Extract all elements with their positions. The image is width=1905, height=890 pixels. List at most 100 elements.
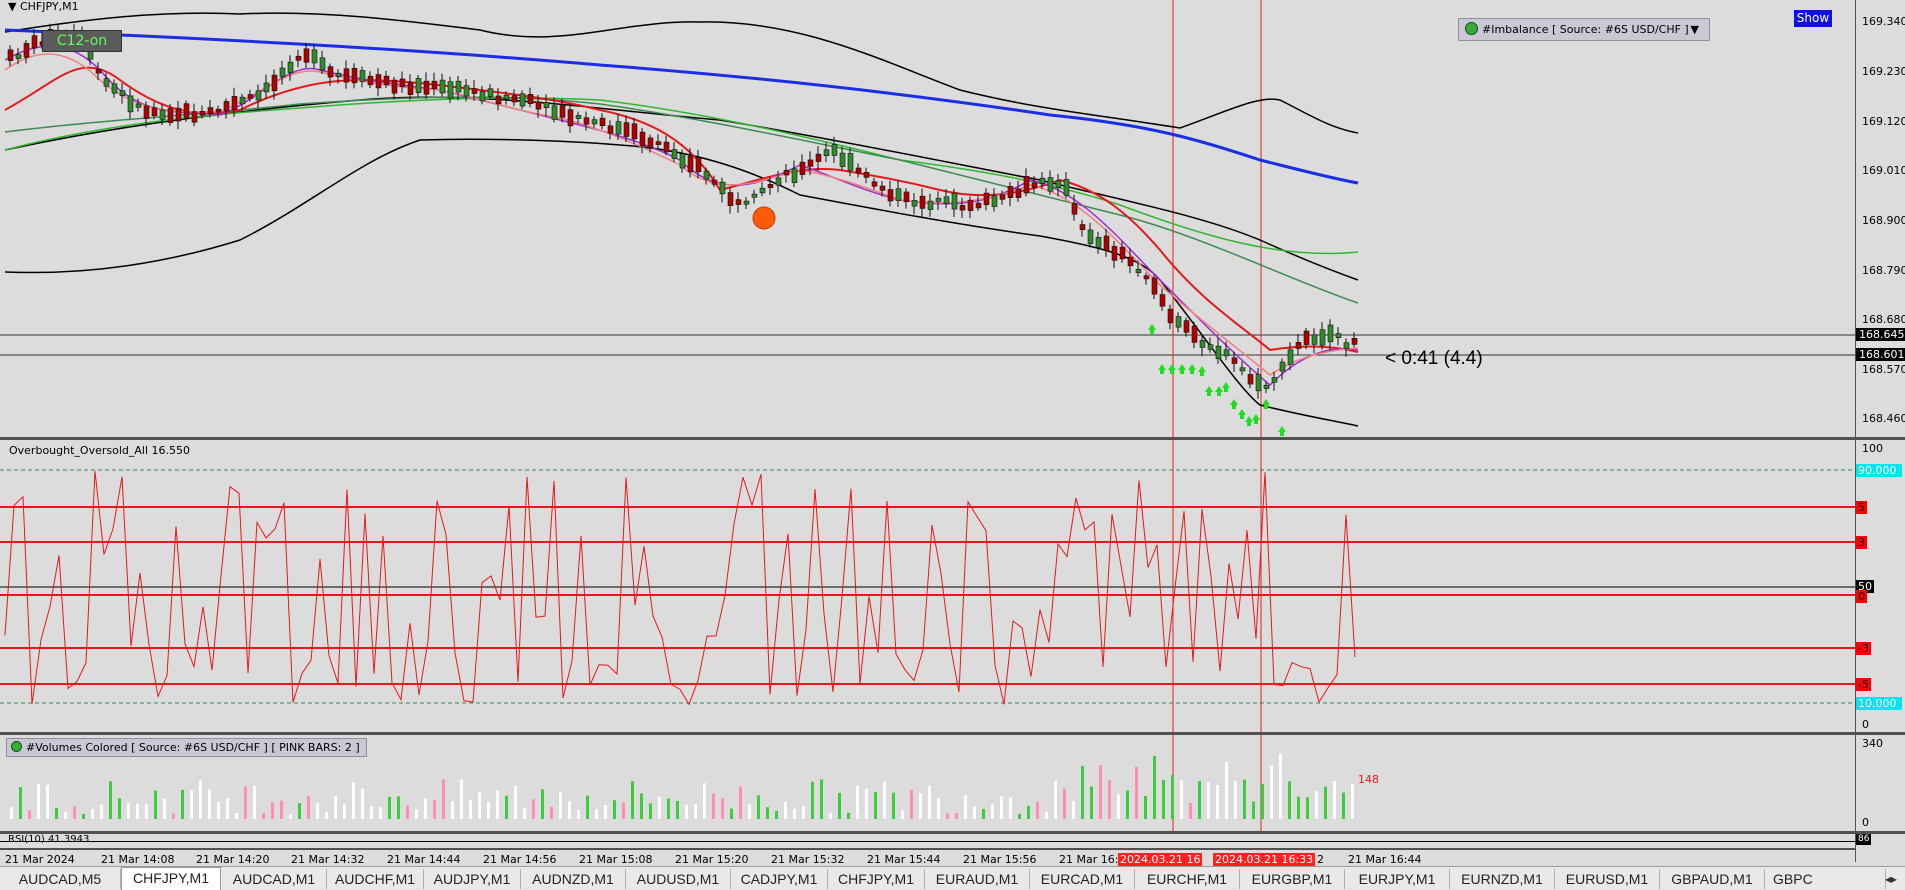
candle — [215, 108, 222, 113]
candle — [599, 117, 606, 127]
tab-cadjpy-m1[interactable]: CADJPY,M1 — [731, 869, 828, 889]
volume-indicator-box[interactable]: #Volumes Colored [ Source: #6S USD/CHF ]… — [6, 738, 367, 757]
volume-bar — [1261, 784, 1264, 819]
volume-settings-icon[interactable] — [11, 741, 22, 752]
buy-arrows — [1148, 324, 1286, 436]
price-axis[interactable] — [1855, 0, 1905, 862]
indicator-settings-icon[interactable] — [1465, 22, 1478, 35]
candle — [343, 68, 350, 83]
price-chart-panel[interactable]: ▼ CHFJPY,M1 C12-on #Imbalance [ Source: … — [0, 0, 1855, 437]
candle — [239, 96, 246, 105]
candle — [647, 137, 654, 148]
buy-arrow-icon — [1215, 386, 1223, 396]
candle — [335, 72, 342, 78]
tab-euraud-m1[interactable]: EURAUD,M1 — [925, 869, 1030, 889]
volume-bar — [874, 791, 877, 819]
tab-eurcad-m1[interactable]: EURCAD,M1 — [1030, 869, 1135, 889]
volume-bar — [811, 781, 814, 819]
c12-badge[interactable]: C12-on — [42, 30, 122, 52]
osc-tag-10: 10.000 — [1856, 697, 1902, 710]
candle — [991, 195, 998, 207]
imbalance-label: #Imbalance [ Source: #6S USD/CHF ] — [1482, 23, 1689, 36]
volume-bar — [658, 796, 661, 819]
price-tick: 169.340 — [1862, 15, 1905, 28]
volume-bar — [514, 785, 517, 819]
candle — [807, 159, 814, 167]
tab-scroll-arrows-icon[interactable]: ◂▸ — [1880, 870, 1902, 888]
candle — [1015, 188, 1022, 198]
tab-gbpaud-m1[interactable]: GBPAUD,M1 — [1660, 869, 1765, 889]
candle — [463, 85, 470, 97]
candle — [687, 155, 694, 173]
time-tick: 2 — [1317, 853, 1324, 866]
volume-bar — [1072, 801, 1075, 819]
candle — [975, 202, 982, 209]
candle — [1079, 224, 1086, 231]
tab-audchf-m1[interactable]: AUDCHF,M1 — [327, 869, 424, 889]
volume-bar — [991, 804, 994, 819]
volume-bar — [145, 803, 148, 819]
volume-bar — [460, 779, 463, 819]
collapse-triangle-icon[interactable]: ▼ — [8, 0, 20, 13]
volume-panel[interactable]: #Volumes Colored [ Source: #6S USD/CHF ]… — [0, 735, 1855, 831]
ma-green-2 — [4, 96, 1359, 304]
tab-gbpc-partial[interactable]: GBPC — [1765, 869, 1886, 889]
candle — [831, 144, 838, 156]
rsi-panel[interactable]: RSI(10) 41.3943 — [0, 834, 1855, 848]
candle — [1239, 367, 1246, 372]
tab-eurnzd-m1[interactable]: EURNZD,M1 — [1450, 869, 1555, 889]
oscillator-panel[interactable]: Overbought_Oversold_All 16.550 — [0, 440, 1855, 732]
imbalance-indicator-box[interactable]: #Imbalance [ Source: #6S USD/CHF ] ▼ — [1458, 18, 1710, 41]
candle — [1327, 324, 1334, 343]
volume-bar — [505, 795, 508, 819]
candle — [143, 105, 150, 119]
candle — [527, 94, 534, 105]
candle — [383, 75, 390, 86]
dropdown-arrow-icon[interactable]: ▼ — [1691, 19, 1699, 40]
candle — [935, 197, 942, 202]
tab-audcad-m1[interactable]: AUDCAD,M1 — [222, 869, 327, 889]
tab-audnzd-m1[interactable]: AUDNZD,M1 — [521, 869, 626, 889]
candle — [1063, 179, 1070, 196]
volume-bar — [172, 813, 175, 819]
tab-eurgbp-m1[interactable]: EURGBP,M1 — [1240, 869, 1345, 889]
volume-bar — [784, 802, 787, 819]
volume-bar — [964, 795, 967, 819]
osc-tag-m5: -5 — [1856, 678, 1871, 691]
volume-bar — [451, 801, 454, 819]
candle — [351, 67, 358, 84]
tab-eurjpy-m1[interactable]: EURJPY,M1 — [1345, 869, 1450, 889]
candle — [279, 67, 286, 78]
candle — [679, 153, 686, 169]
candle — [255, 90, 262, 101]
candle — [231, 96, 238, 111]
buy-arrow-icon — [1252, 414, 1260, 424]
volume-bar — [1180, 780, 1183, 819]
tab-audcad-m5[interactable]: AUDCAD,M5 — [0, 869, 121, 889]
volume-bar — [433, 800, 436, 819]
volume-bar — [487, 801, 490, 819]
tab-audusd-m1[interactable]: AUDUSD,M1 — [626, 869, 731, 889]
show-button[interactable]: Show — [1794, 10, 1832, 27]
volume-bar — [1279, 753, 1282, 819]
candle — [1159, 294, 1166, 307]
candle — [951, 192, 958, 210]
candle — [511, 95, 518, 103]
volume-bar — [1189, 803, 1192, 819]
candle — [775, 177, 782, 186]
volume-bar — [100, 804, 103, 819]
tab-chfjpy-m1-active[interactable]: CHFJPY,M1 — [121, 867, 221, 890]
volume-bar — [388, 796, 391, 819]
tab-audjpy-m1[interactable]: AUDJPY,M1 — [424, 869, 521, 889]
tab-eurchf-m1[interactable]: EURCHF,M1 — [1135, 869, 1240, 889]
volume-bar — [928, 786, 931, 819]
candle — [1103, 235, 1110, 252]
tab-eurusd-m1[interactable]: EURUSD,M1 — [1555, 869, 1660, 889]
volume-bar — [973, 806, 976, 819]
candle — [1263, 384, 1270, 389]
candle — [247, 94, 254, 99]
candle — [559, 105, 566, 118]
tab-chfjpy-m1[interactable]: CHFJPY,M1 — [828, 869, 925, 889]
candle — [1143, 275, 1150, 280]
volume-bar — [1198, 781, 1201, 819]
